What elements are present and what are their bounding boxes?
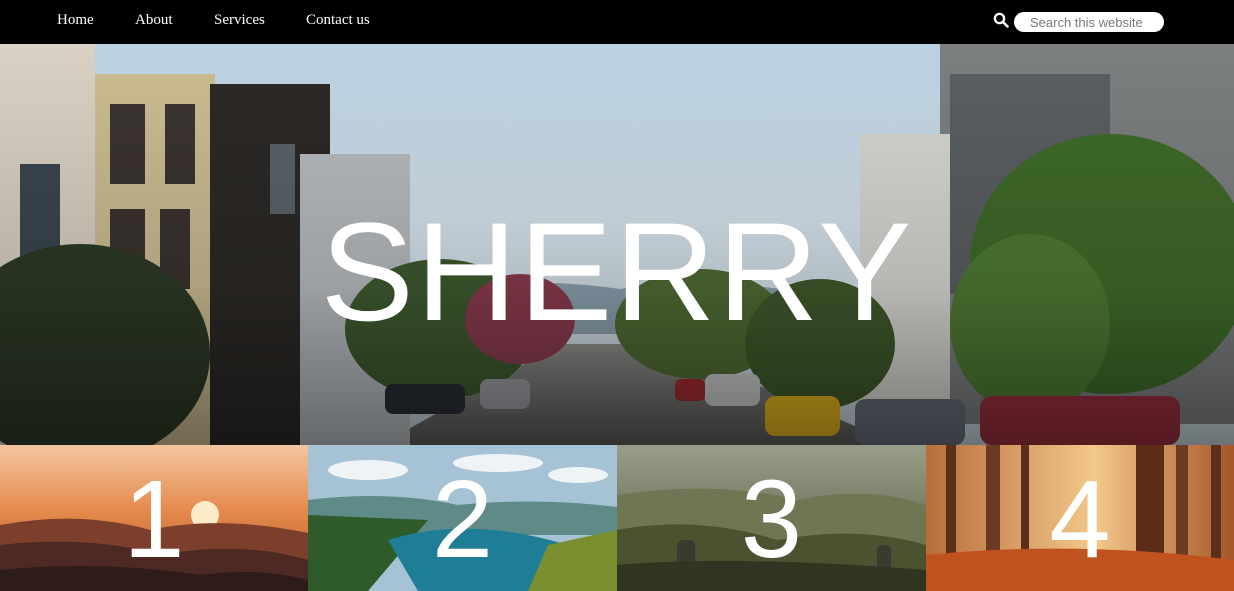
hero-banner: SHERRY	[0, 44, 1234, 445]
tile-number: 4	[1049, 458, 1111, 581]
tile-2[interactable]: 2	[308, 445, 617, 591]
tile-number: 2	[431, 458, 494, 581]
hero-title: SHERRY	[320, 193, 914, 350]
tile-number: 1	[123, 458, 185, 581]
nav-link-services[interactable]: Services	[214, 11, 265, 29]
tile-1[interactable]: 1	[0, 445, 308, 591]
nav-link-about[interactable]: About	[135, 11, 173, 29]
tile-4[interactable]: 4	[926, 445, 1234, 591]
tile-number: 3	[740, 458, 803, 581]
search-icon[interactable]	[993, 12, 1009, 28]
search-input[interactable]	[1014, 12, 1164, 32]
nav-link-contact[interactable]: Contact us	[306, 11, 370, 29]
top-nav: Home About Services Contact us	[0, 0, 1234, 44]
nav-link-home[interactable]: Home	[57, 11, 94, 29]
tile-3[interactable]: 3	[617, 445, 926, 591]
feature-tiles: 1 2 3 4	[0, 445, 1234, 591]
